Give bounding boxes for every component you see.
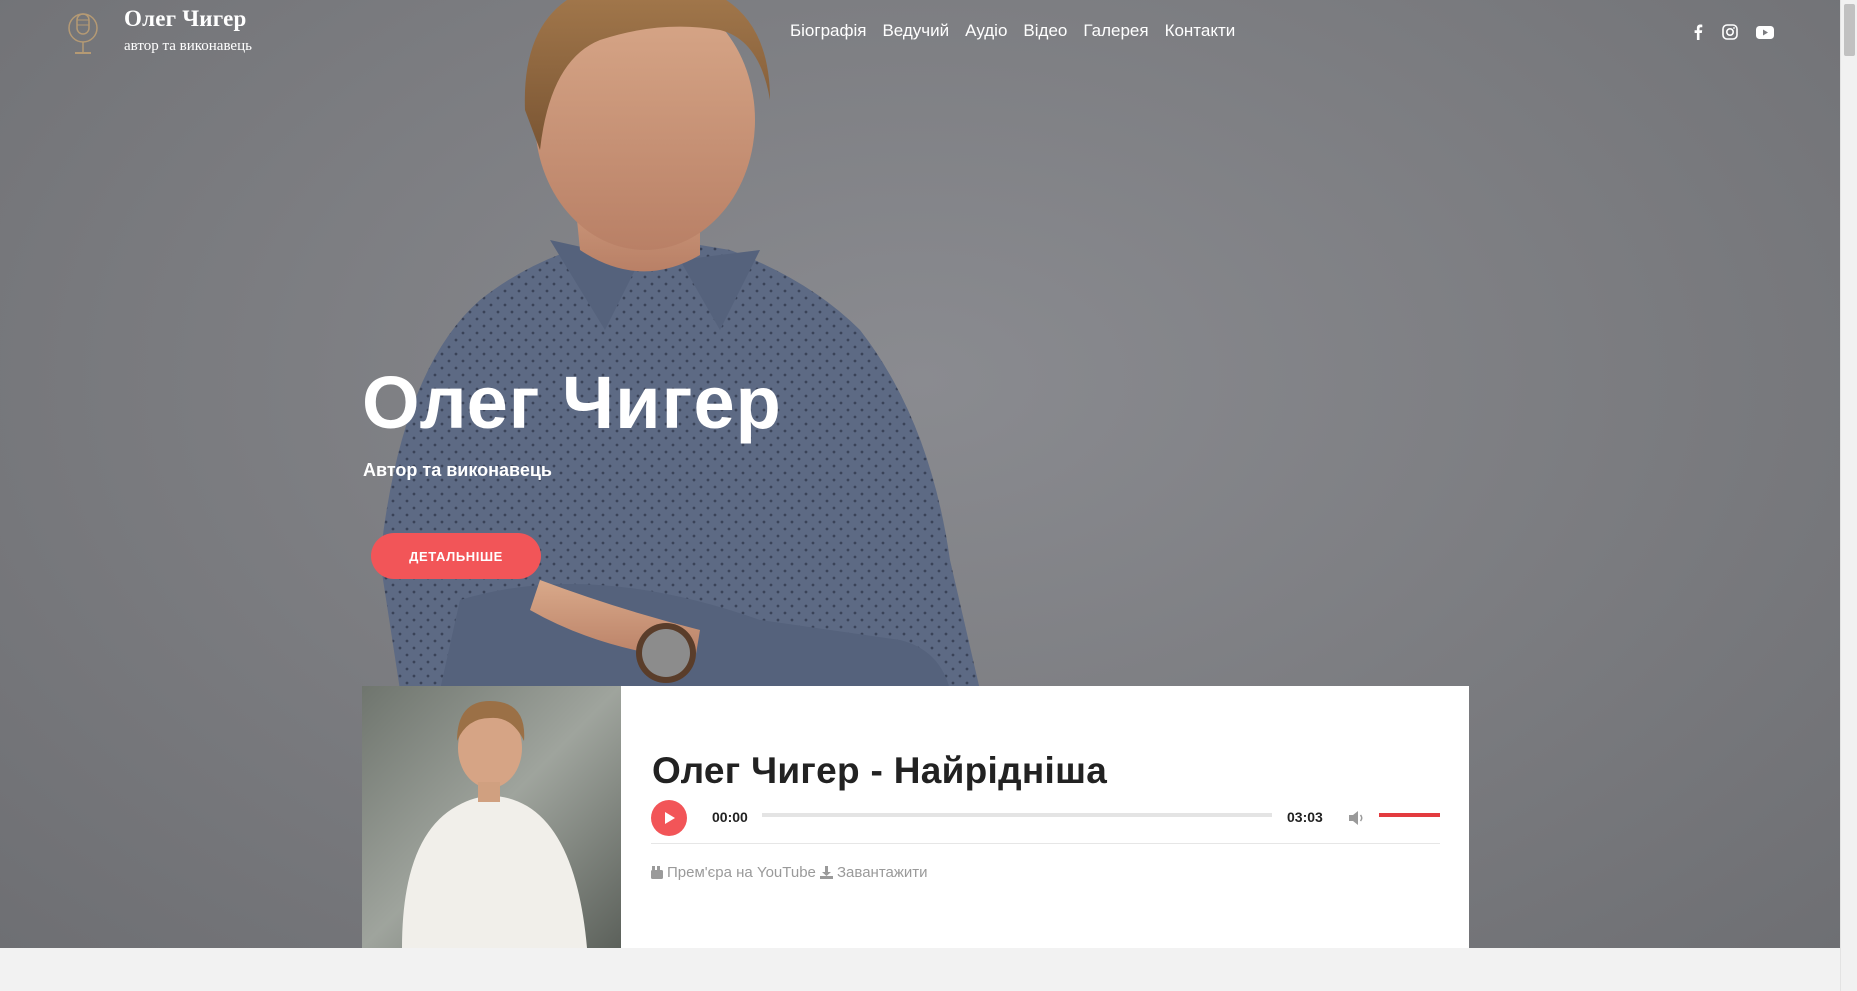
play-button[interactable]: [651, 800, 687, 836]
volume-fill: [1379, 813, 1440, 817]
volume-icon[interactable]: [1347, 808, 1367, 828]
more-details-button[interactable]: ДЕТАЛЬНІШЕ: [371, 533, 541, 579]
hero-title: Олег Чигер: [362, 361, 782, 444]
nav-item-video[interactable]: Відео: [1023, 21, 1067, 41]
youtube-icon: [651, 866, 663, 879]
scrollbar-thumb[interactable]: [1844, 4, 1855, 56]
youtube-premiere-label: Прем'єра на YouTube: [667, 864, 816, 881]
nav-item-audio[interactable]: Аудіо: [965, 21, 1007, 41]
download-label: Завантажити: [837, 864, 928, 881]
total-time: 03:03: [1287, 809, 1323, 825]
hero-subtitle: Автор та виконавець: [363, 460, 552, 480]
download-link[interactable]: Завантажити: [820, 864, 928, 881]
instagram-icon[interactable]: [1720, 22, 1740, 42]
volume-slider[interactable]: [1379, 813, 1440, 817]
track-title: Олег Чигер - Найрідніша: [652, 750, 1108, 791]
track-cover-image: [362, 686, 621, 948]
brand-tagline: автор та виконавець: [124, 38, 252, 54]
main-nav: Біографія Ведучий Аудіо Відео Галерея Ко…: [790, 21, 1251, 41]
facebook-icon[interactable]: [1688, 22, 1708, 42]
hero-portrait-image: [380, 0, 980, 690]
youtube-icon[interactable]: [1755, 22, 1775, 42]
page-footer-band: [0, 948, 1840, 991]
divider: [651, 843, 1440, 844]
scrollbar[interactable]: [1840, 0, 1857, 991]
nav-item-biography[interactable]: Біографія: [790, 21, 866, 41]
current-time: 00:00: [712, 809, 748, 825]
play-icon: [665, 812, 675, 824]
nav-item-gallery[interactable]: Галерея: [1083, 21, 1148, 41]
nav-item-contacts[interactable]: Контакти: [1165, 21, 1236, 41]
nav-item-host[interactable]: Ведучий: [882, 21, 949, 41]
download-icon: [820, 866, 833, 879]
audio-player-card: Олег Чигер - Найрідніша 00:00 03:03 Прем…: [362, 686, 1469, 948]
microphone-icon[interactable]: [62, 6, 104, 60]
brand-name[interactable]: Олег Чигер: [124, 6, 246, 32]
youtube-premiere-link[interactable]: Прем'єра на YouTube: [651, 864, 816, 881]
progress-bar[interactable]: [762, 813, 1272, 817]
